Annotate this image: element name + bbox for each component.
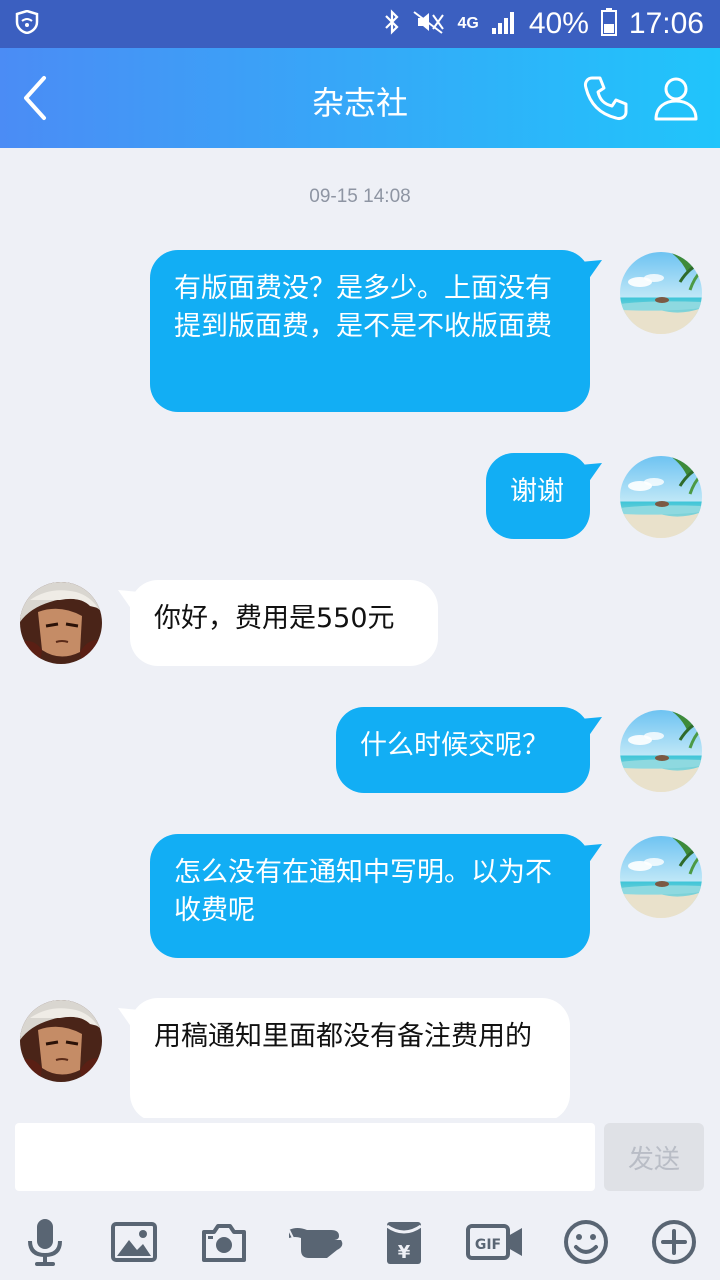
person-icon (654, 77, 698, 121)
chat-bubble-sent[interactable]: 怎么没有在通知中写明。以为不收费呢 (150, 834, 602, 958)
mute-icon (412, 9, 446, 40)
chat-bubble-sent[interactable]: 什么时候交呢？ (336, 707, 602, 793)
call-button[interactable] (578, 70, 634, 126)
message-text: 什么时候交呢？ (360, 730, 549, 761)
message-text: 谢谢 (510, 476, 564, 507)
send-button[interactable]: 发送 (604, 1123, 704, 1191)
my-avatar[interactable] (620, 836, 702, 918)
profile-button[interactable] (648, 70, 704, 126)
chat-bubble-received[interactable]: 你好，费用是550元 (118, 580, 438, 666)
contact-avatar[interactable] (20, 1000, 102, 1082)
camera-icon[interactable] (198, 1216, 250, 1268)
network-type: 4G (457, 15, 479, 32)
my-avatar[interactable] (620, 456, 702, 538)
poke-hand-icon[interactable] (286, 1216, 346, 1268)
message-text: 有版面费没？是多少。上面没有提到版面费，是不是不收版面费 (174, 273, 552, 342)
message-input[interactable] (15, 1123, 595, 1191)
message-text: 你好，费用是550元 (154, 603, 395, 634)
gif-icon[interactable]: GIF (464, 1216, 526, 1268)
battery-icon (600, 7, 617, 41)
status-bar: 4G 40% 17:06 (0, 0, 720, 48)
svg-text:¥: ¥ (398, 1242, 411, 1263)
clock: 17:06 (628, 7, 704, 40)
microphone-icon[interactable] (19, 1216, 71, 1268)
my-avatar[interactable] (620, 710, 702, 792)
my-avatar[interactable] (620, 252, 702, 334)
svg-text:GIF: GIF (475, 1237, 501, 1253)
composer-toolbar: ¥ GIF (0, 1200, 720, 1280)
chat-bubble-sent[interactable]: 有版面费没？是多少。上面没有提到版面费，是不是不收版面费 (150, 250, 602, 412)
chat-bubble-sent[interactable]: 谢谢 (486, 453, 602, 539)
contact-avatar[interactable] (20, 582, 102, 664)
message-text: 怎么没有在通知中写明。以为不收费呢 (174, 857, 552, 926)
message-timestamp: 09-15 14:08 (309, 186, 411, 207)
chat-header: 杂志社 (0, 48, 720, 148)
bluetooth-icon (384, 8, 400, 40)
wifi-shield-icon (14, 9, 40, 38)
emoji-icon[interactable] (560, 1216, 612, 1268)
composer-bar: 发送 (0, 1118, 720, 1200)
image-icon[interactable] (108, 1216, 160, 1268)
message-text: 用稿通知里面都没有备注费用的 (154, 1021, 532, 1052)
chat-bubble-received[interactable]: 用稿通知里面都没有备注费用的 (118, 998, 570, 1122)
red-packet-icon[interactable]: ¥ (378, 1216, 430, 1268)
phone-icon (584, 76, 628, 120)
battery-level: 40% (528, 7, 589, 40)
plus-icon[interactable] (648, 1216, 700, 1268)
signal-icon (491, 10, 517, 39)
